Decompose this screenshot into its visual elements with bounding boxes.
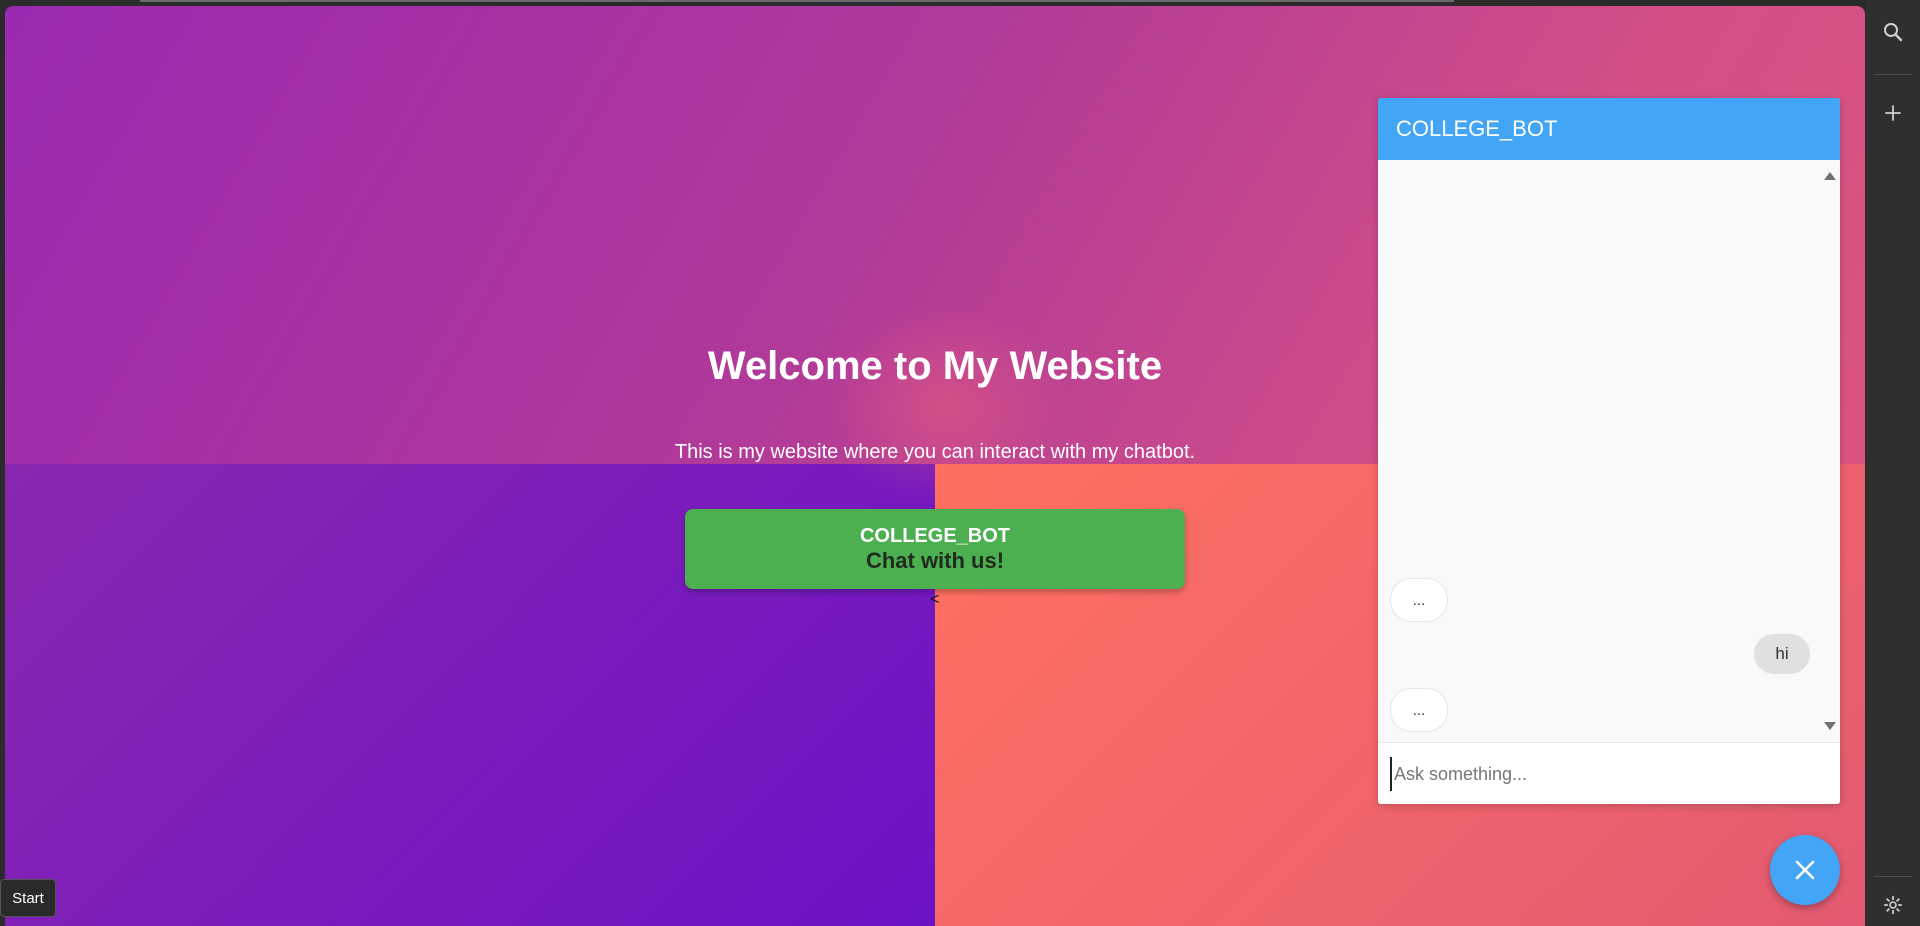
tab-strip-indicator	[140, 0, 1454, 2]
sidebar-divider	[1874, 74, 1912, 75]
start-tooltip-label: Start	[12, 889, 44, 907]
cta-bot-name: COLLEGE_BOT	[859, 525, 1010, 547]
chat-input-bar	[1378, 742, 1840, 804]
chat-toggle-button[interactable]	[1770, 835, 1840, 905]
chat-cta-button[interactable]: COLLEGE_BOT Chat with us!	[685, 509, 1185, 589]
gear-icon[interactable]	[1881, 893, 1905, 917]
browser-sidebar	[1866, 0, 1920, 926]
page-viewport: Welcome to My Website This is my website…	[5, 6, 1865, 926]
chat-header: COLLEGE_BOT	[1378, 98, 1840, 160]
user-message-bubble: hi	[1754, 634, 1810, 674]
bot-message-bubble: ...	[1390, 578, 1448, 622]
plus-icon[interactable]	[1881, 101, 1905, 125]
search-icon[interactable]	[1881, 20, 1905, 44]
start-tooltip: Start	[0, 879, 56, 917]
scroll-up-arrow-icon[interactable]	[1824, 172, 1836, 180]
chat-widget: COLLEGE_BOT ... hi ...	[1378, 98, 1840, 804]
stray-caret-text: <	[930, 591, 940, 608]
background-glow	[825, 306, 1065, 506]
sidebar-divider	[1874, 876, 1912, 877]
chat-message-list[interactable]: ... hi ...	[1378, 160, 1840, 742]
cta-label: Chat with us!	[865, 548, 1005, 573]
scroll-down-arrow-icon[interactable]	[1824, 722, 1836, 730]
chat-header-title: COLLEGE_BOT	[1396, 116, 1558, 141]
close-icon	[1795, 860, 1815, 880]
bot-message-bubble: ...	[1390, 688, 1448, 732]
chat-message-input[interactable]	[1390, 757, 1826, 791]
